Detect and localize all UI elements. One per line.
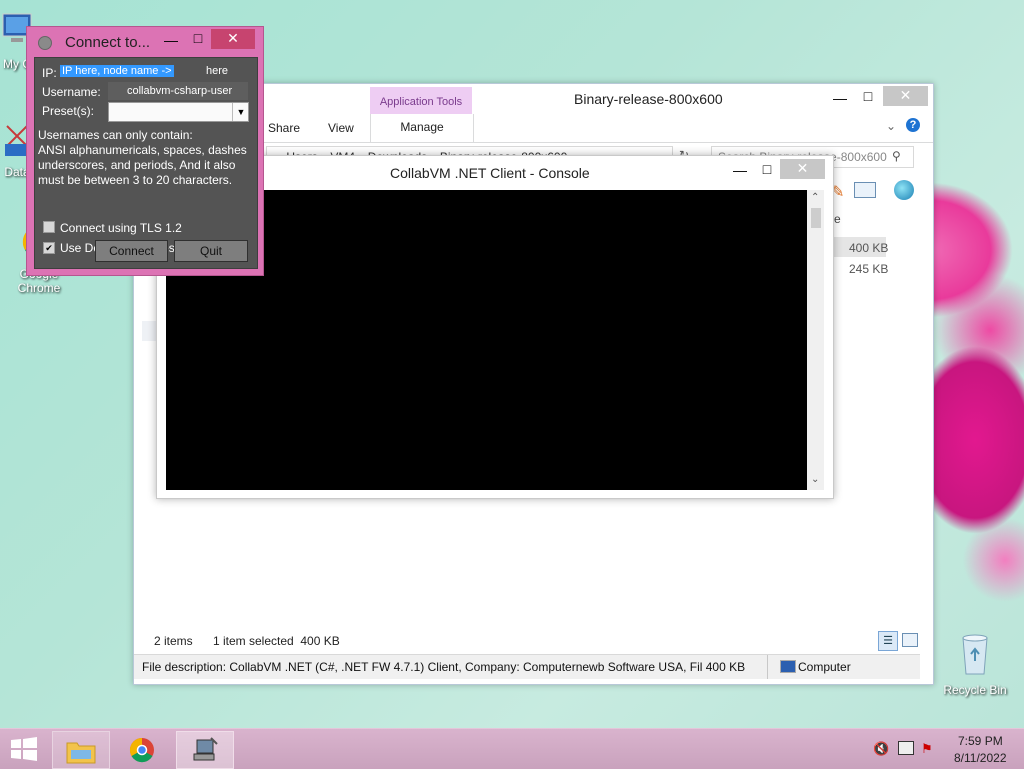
tls-label[interactable]: Connect using TLS 1.2 bbox=[60, 221, 182, 235]
desktop-icon-recycle-bin[interactable]: Recycle Bin bbox=[940, 630, 1010, 697]
location-label: Computer bbox=[798, 660, 851, 674]
clock-date[interactable]: 8/11/2022 bbox=[954, 751, 1007, 765]
dialog-maximize-button[interactable]: □ bbox=[185, 28, 211, 48]
minimize-button[interactable]: — bbox=[827, 88, 853, 108]
scroll-up-icon[interactable]: ⌃ bbox=[811, 192, 819, 203]
large-icons-view-button[interactable] bbox=[902, 633, 918, 647]
username-value: collabvm-csharp-user bbox=[127, 85, 233, 97]
ribbon-expand-icon[interactable]: ⌄ bbox=[886, 119, 896, 133]
close-button[interactable]: ✕ bbox=[883, 86, 928, 106]
details-bar: File description: CollabVM .NET (C#, .NE… bbox=[134, 654, 920, 679]
ip-value-selected: IP here, node name -> bbox=[60, 65, 174, 77]
status-selection: 1 item selected 400 KB bbox=[213, 634, 340, 648]
quit-button[interactable]: Quit bbox=[174, 240, 248, 262]
username-help-text: Usernames can only contain: ANSI alphanu… bbox=[38, 128, 247, 187]
dialog-title: Connect to... bbox=[65, 34, 151, 51]
connect-button[interactable]: Connect bbox=[95, 240, 168, 262]
chrome-icon bbox=[127, 735, 157, 768]
dialog-app-icon bbox=[38, 36, 52, 50]
maximize-button[interactable]: □ bbox=[855, 86, 881, 106]
network-icon[interactable] bbox=[898, 741, 914, 755]
tls-checkbox[interactable] bbox=[43, 221, 55, 233]
taskbar-chrome[interactable] bbox=[114, 731, 170, 767]
scroll-down-icon[interactable]: ⌄ bbox=[811, 474, 819, 485]
globe-icon[interactable] bbox=[894, 180, 914, 200]
preset-select[interactable]: ▼ bbox=[108, 102, 249, 122]
preset-label: Preset(s): bbox=[42, 104, 95, 118]
username-label: Username: bbox=[42, 85, 101, 99]
chevron-down-icon[interactable]: ▼ bbox=[232, 103, 249, 121]
node-value: here bbox=[206, 65, 229, 77]
ip-input[interactable]: IP here, node name -> here bbox=[60, 64, 248, 80]
details-separator bbox=[767, 655, 768, 679]
computer-small-icon bbox=[780, 660, 796, 673]
tab-manage[interactable]: Manage bbox=[370, 114, 474, 142]
application-tools-tab-group: Application Tools bbox=[370, 87, 472, 114]
console-maximize-button[interactable]: □ bbox=[754, 159, 780, 179]
volume-muted-icon[interactable]: 🔇 bbox=[873, 741, 889, 757]
taskbar-file-explorer[interactable] bbox=[52, 731, 110, 769]
taskbar-collabvm-client[interactable] bbox=[176, 731, 234, 769]
details-view-button[interactable]: ☰ bbox=[878, 631, 898, 651]
tab-view[interactable]: View bbox=[328, 121, 354, 135]
column-header-partial[interactable]: e bbox=[834, 212, 841, 226]
search-icon: ⚲ bbox=[892, 149, 901, 163]
recycle-bin-icon bbox=[940, 630, 1010, 681]
clock-time[interactable]: 7:59 PM bbox=[958, 734, 1003, 748]
collabvm-icon bbox=[191, 736, 219, 767]
ip-label: IP: bbox=[42, 66, 57, 80]
folder-icon bbox=[66, 738, 96, 767]
file-size: 400 KB bbox=[849, 241, 889, 255]
dialog-close-button[interactable]: ✕ bbox=[211, 29, 255, 49]
file-description: File description: CollabVM .NET (C#, .NE… bbox=[142, 660, 746, 674]
status-item-count: 2 items bbox=[154, 634, 193, 648]
console-scrollbar[interactable]: ⌃ ⌄ bbox=[807, 190, 824, 490]
start-button[interactable] bbox=[10, 737, 38, 761]
console-close-button[interactable]: ✕ bbox=[780, 159, 825, 179]
help-icon[interactable]: ? bbox=[906, 118, 920, 132]
taskbar: 🔇 ⚑ 7:59 PM 8/11/2022 bbox=[0, 728, 1024, 769]
scroll-thumb[interactable] bbox=[811, 208, 821, 228]
file-size: 245 KB bbox=[849, 262, 889, 276]
window-title: Binary-release-800x600 bbox=[574, 91, 723, 107]
dialog-body: IP: IP here, node name -> here Username:… bbox=[34, 57, 258, 269]
console-minimize-button[interactable]: — bbox=[727, 160, 753, 180]
dialog-minimize-button[interactable]: — bbox=[158, 30, 184, 50]
action-center-flag-icon[interactable]: ⚑ bbox=[921, 741, 933, 757]
console-title: CollabVM .NET Client - Console bbox=[390, 165, 590, 181]
tab-share[interactable]: Share bbox=[268, 121, 300, 135]
desktop-icon-label: Recycle Bin bbox=[943, 683, 1007, 697]
connect-dialog[interactable]: Connect to... — □ ✕ IP: IP here, node na… bbox=[26, 26, 264, 276]
windows-logo-icon bbox=[10, 737, 38, 764]
nav-selected-item[interactable] bbox=[142, 321, 156, 341]
properties-icon[interactable] bbox=[854, 182, 876, 198]
username-input[interactable]: collabvm-csharp-user bbox=[108, 82, 248, 100]
deflate-checkbox[interactable]: ✔ bbox=[43, 242, 55, 254]
